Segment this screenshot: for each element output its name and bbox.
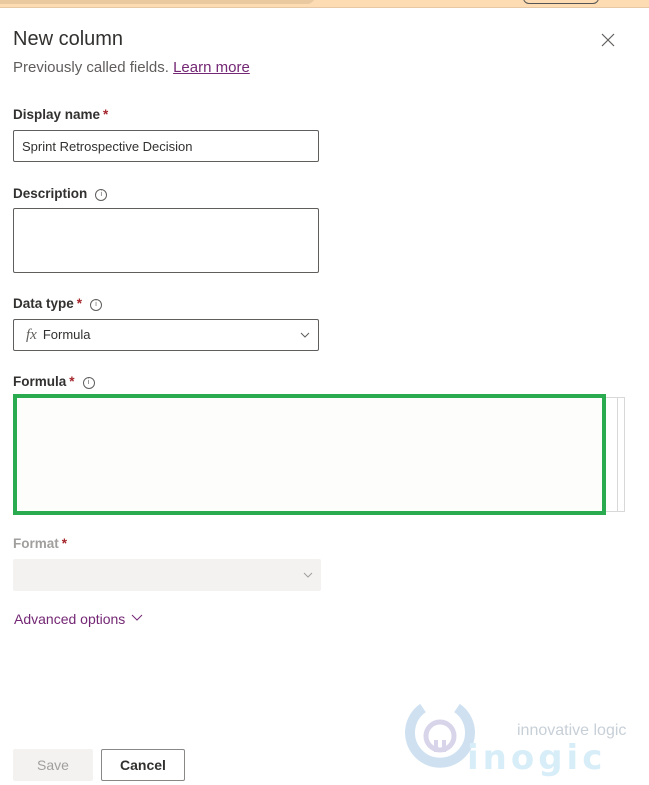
chevron-down-icon bbox=[300, 332, 310, 338]
formula-input[interactable] bbox=[13, 394, 606, 515]
data-type-label-text: Data type bbox=[13, 296, 74, 311]
advanced-options-label: Advanced options bbox=[14, 611, 126, 627]
format-dropdown[interactable] bbox=[13, 559, 321, 591]
formula-editor-frame bbox=[604, 397, 618, 512]
display-name-label-text: Display name bbox=[13, 107, 101, 122]
info-icon[interactable]: i bbox=[90, 299, 103, 311]
required-marker: * bbox=[69, 374, 75, 389]
panel-title: New column bbox=[13, 28, 124, 50]
close-button[interactable] bbox=[598, 30, 618, 50]
format-label: Format * bbox=[13, 536, 67, 551]
required-marker: * bbox=[61, 536, 68, 551]
info-icon[interactable]: i bbox=[95, 189, 108, 201]
formula-fx-icon: fx bbox=[26, 327, 37, 343]
cancel-button[interactable]: Cancel bbox=[101, 749, 185, 781]
chevron-down-icon bbox=[303, 572, 313, 578]
display-name-input[interactable]: Sprint Retrospective Decision bbox=[13, 130, 319, 162]
description-label: Description i bbox=[13, 186, 108, 201]
data-type-dropdown[interactable]: fx Formula bbox=[13, 319, 319, 351]
top-bar-search bbox=[0, 0, 315, 4]
format-label-text: Format bbox=[13, 536, 59, 551]
top-bar bbox=[0, 0, 649, 8]
data-type-value: Formula bbox=[42, 327, 91, 342]
subtitle-text: Previously called fields. bbox=[13, 59, 169, 76]
panel-subtitle: Previously called fields. Learn more bbox=[13, 59, 250, 76]
formula-label: Formula * i bbox=[13, 374, 95, 389]
learn-more-link[interactable]: Learn more bbox=[173, 59, 250, 76]
chevron-down-icon bbox=[131, 614, 143, 621]
save-button[interactable]: Save bbox=[13, 749, 93, 781]
description-label-text: Description bbox=[13, 186, 88, 201]
top-bar-button[interactable] bbox=[523, 0, 599, 4]
display-name-label: Display name * bbox=[13, 107, 108, 122]
close-icon bbox=[601, 33, 615, 47]
watermark-brand: inogic bbox=[467, 738, 607, 778]
formula-label-text: Formula bbox=[13, 374, 67, 389]
info-icon[interactable]: i bbox=[82, 377, 95, 389]
description-input[interactable] bbox=[13, 208, 319, 273]
inogic-watermark: innovative logic inogic bbox=[405, 700, 645, 778]
advanced-options-toggle[interactable]: Advanced options bbox=[14, 611, 143, 627]
required-marker: * bbox=[76, 296, 83, 311]
data-type-label: Data type * i bbox=[13, 296, 103, 311]
required-marker: * bbox=[103, 107, 109, 122]
formula-editor-scrollbar[interactable] bbox=[617, 397, 625, 512]
inogic-logo-icon bbox=[405, 703, 475, 768]
